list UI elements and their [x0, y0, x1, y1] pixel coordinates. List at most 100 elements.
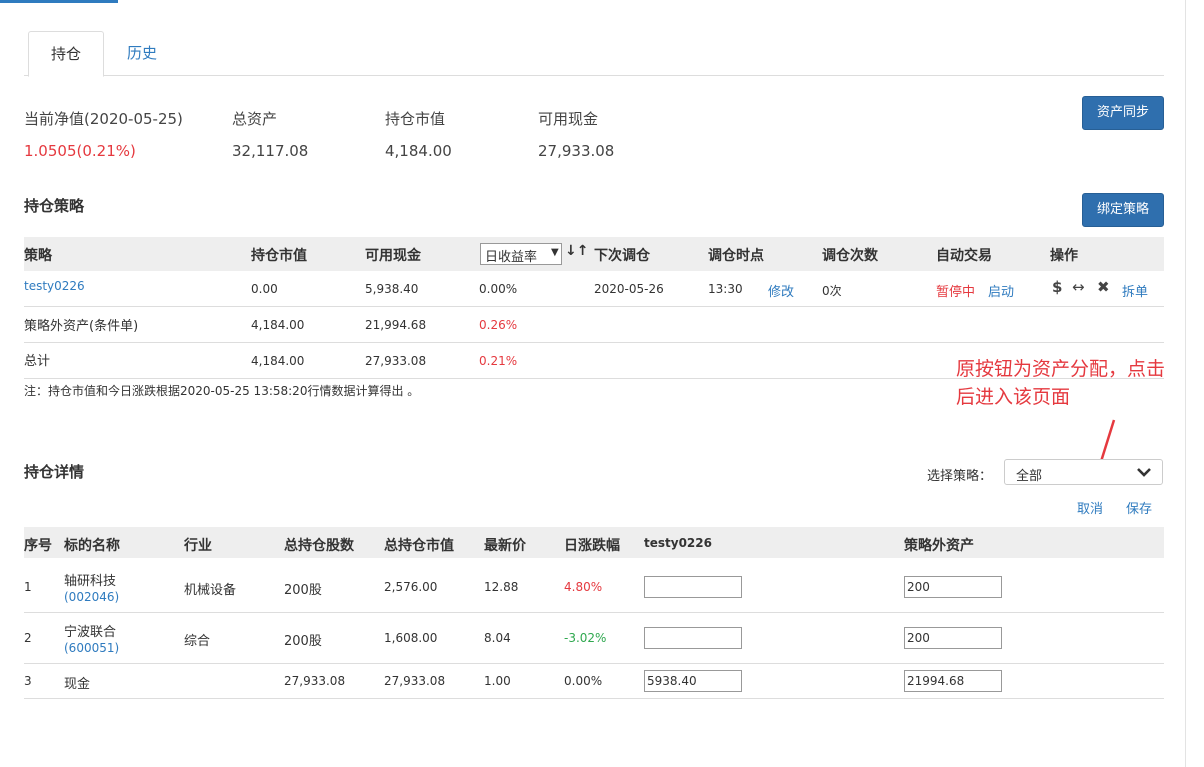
stock-name: 轴研科技 — [64, 574, 117, 589]
dropdown-arrow-icon: ▼ — [551, 247, 559, 258]
row-index: 1 — [24, 580, 32, 594]
cancel-link[interactable]: 取消 — [1077, 498, 1103, 517]
market-value-label: 持仓市值 — [385, 110, 446, 128]
outside-assets-daily-return: 0.26% — [479, 318, 518, 332]
strategy-rebalance-count: 0次 — [822, 284, 842, 298]
bind-strategy-button[interactable]: 绑定策略 — [1082, 193, 1164, 227]
stock-price: 12.88 — [484, 580, 519, 594]
daily-return-label: 日收益率 — [485, 250, 538, 265]
stock-code-link[interactable]: (002046) — [64, 590, 119, 604]
total-assets-value: 32,117.08 — [232, 142, 309, 160]
stock-change: -3.02% — [564, 631, 607, 645]
strategy-allocation-input[interactable] — [644, 576, 742, 598]
stock-price: 8.04 — [484, 631, 511, 645]
row-divider — [24, 342, 1164, 343]
stock-name: 宁波联合 — [64, 625, 117, 640]
stock-shares: 27,933.08 — [284, 674, 346, 688]
stock-code-link[interactable]: (600051) — [64, 641, 119, 655]
annotation-line-1: 原按钮为资产分配，点击 — [956, 358, 1166, 380]
strategy-market-value: 0.00 — [251, 282, 278, 296]
cash-value: 27,933.08 — [538, 142, 615, 160]
stock-market-value: 27,933.08 — [384, 674, 446, 688]
stock-industry: 机械设备 — [184, 583, 237, 598]
outside-assets-market-value: 4,184.00 — [251, 318, 305, 332]
outside-allocation-input[interactable] — [904, 627, 1002, 649]
stock-change: 0.00% — [564, 674, 603, 688]
stock-industry: 综合 — [184, 634, 211, 649]
strategy-section-title: 持仓策略 — [24, 197, 85, 215]
header-next-rebalance: 下次调仓 — [594, 248, 650, 264]
dollar-icon[interactable]: $ — [1052, 278, 1062, 296]
strategy-select-value: 全部 — [1016, 469, 1043, 484]
total-daily-return: 0.21% — [479, 354, 518, 368]
header-total-market-value: 总持仓市值 — [384, 538, 454, 554]
daily-return-sort-select[interactable]: 日收益率 ▼ — [480, 243, 562, 265]
header-price: 最新价 — [484, 538, 526, 554]
stock-price: 1.00 — [484, 674, 511, 688]
header-strategy-column: testy0226 — [644, 536, 712, 550]
nav-label: 当前净值(2020-05-25) — [24, 110, 183, 128]
tab-holding[interactable]: 持仓 — [28, 31, 104, 77]
swap-arrows-icon[interactable]: ↔ — [1072, 278, 1085, 296]
header-rebalance-time: 调仓时点 — [708, 248, 764, 264]
close-icon[interactable]: ✖ — [1097, 278, 1110, 296]
header-action: 操作 — [1050, 248, 1078, 264]
header-change: 日涨跌幅 — [564, 538, 620, 554]
stock-change: 4.80% — [564, 580, 603, 594]
strategy-select[interactable]: 全部 — [1004, 459, 1163, 485]
calculation-note: 注：持仓市值和今日涨跌根据2020-05-25 13:58:20行情数据计算得出… — [24, 384, 420, 398]
right-edge-divider — [1185, 0, 1186, 767]
start-link[interactable]: 启动 — [988, 281, 1014, 300]
stock-shares: 200股 — [284, 634, 322, 649]
stock-shares: 200股 — [284, 583, 322, 598]
total-cash: 27,933.08 — [365, 354, 427, 368]
cash-label: 可用现金 — [538, 110, 599, 128]
stock-market-value: 2,576.00 — [384, 580, 438, 594]
strategy-allocation-input[interactable] — [644, 670, 742, 692]
tab-history[interactable]: 历史 — [112, 31, 172, 75]
outside-allocation-input[interactable] — [904, 670, 1002, 692]
header-outside-assets: 策略外资产 — [904, 538, 974, 554]
strategy-rebalance-time: 13:30 — [708, 282, 743, 296]
header-rebalance-count: 调仓次数 — [822, 248, 878, 264]
row-divider — [24, 663, 1164, 664]
detail-section-title: 持仓详情 — [24, 463, 85, 481]
row-index: 2 — [24, 631, 32, 645]
strategy-allocation-input[interactable] — [644, 627, 742, 649]
strategy-name-link[interactable]: testy0226 — [24, 279, 85, 293]
row-index: 3 — [24, 674, 32, 688]
paused-status: 暂停中 — [936, 285, 976, 300]
total-name: 总计 — [24, 354, 51, 369]
outside-assets-cash: 21,994.68 — [365, 318, 427, 332]
modify-link[interactable]: 修改 — [768, 281, 794, 300]
strategy-daily-return: 0.00% — [479, 282, 518, 296]
header-shares: 总持仓股数 — [284, 538, 354, 554]
row-divider — [24, 612, 1164, 613]
header-name: 标的名称 — [64, 538, 120, 554]
header-market-value: 持仓市值 — [251, 248, 307, 264]
total-market-value: 4,184.00 — [251, 354, 305, 368]
sort-icon[interactable]: ↓↑ — [565, 243, 588, 259]
asset-sync-button[interactable]: 资产同步 — [1082, 96, 1164, 130]
row-divider — [24, 698, 1164, 699]
chevron-down-icon — [1137, 468, 1151, 477]
stock-market-value: 1,608.00 — [384, 631, 438, 645]
row-divider — [24, 306, 1164, 307]
outside-allocation-input[interactable] — [904, 576, 1002, 598]
split-order-link[interactable]: 拆单 — [1122, 281, 1148, 300]
strategy-cash: 5,938.40 — [365, 282, 419, 296]
header-industry: 行业 — [184, 538, 212, 554]
header-index: 序号 — [24, 538, 52, 554]
tab-bar: 持仓 历史 — [24, 31, 1164, 77]
annotation-line-2: 后进入该页面 — [956, 386, 1071, 408]
nav-value: 1.0505(0.21%) — [24, 142, 136, 160]
save-link[interactable]: 保存 — [1126, 498, 1152, 517]
select-strategy-label: 选择策略： — [927, 469, 993, 484]
header-strategy: 策略 — [24, 248, 52, 264]
header-auto-trade: 自动交易 — [936, 248, 992, 264]
outside-assets-name: 策略外资产(条件单) — [24, 319, 139, 334]
strategy-next-rebalance: 2020-05-26 — [594, 282, 664, 296]
total-assets-label: 总资产 — [232, 110, 278, 128]
market-value-value: 4,184.00 — [385, 142, 452, 160]
header-cash: 可用现金 — [365, 248, 421, 264]
